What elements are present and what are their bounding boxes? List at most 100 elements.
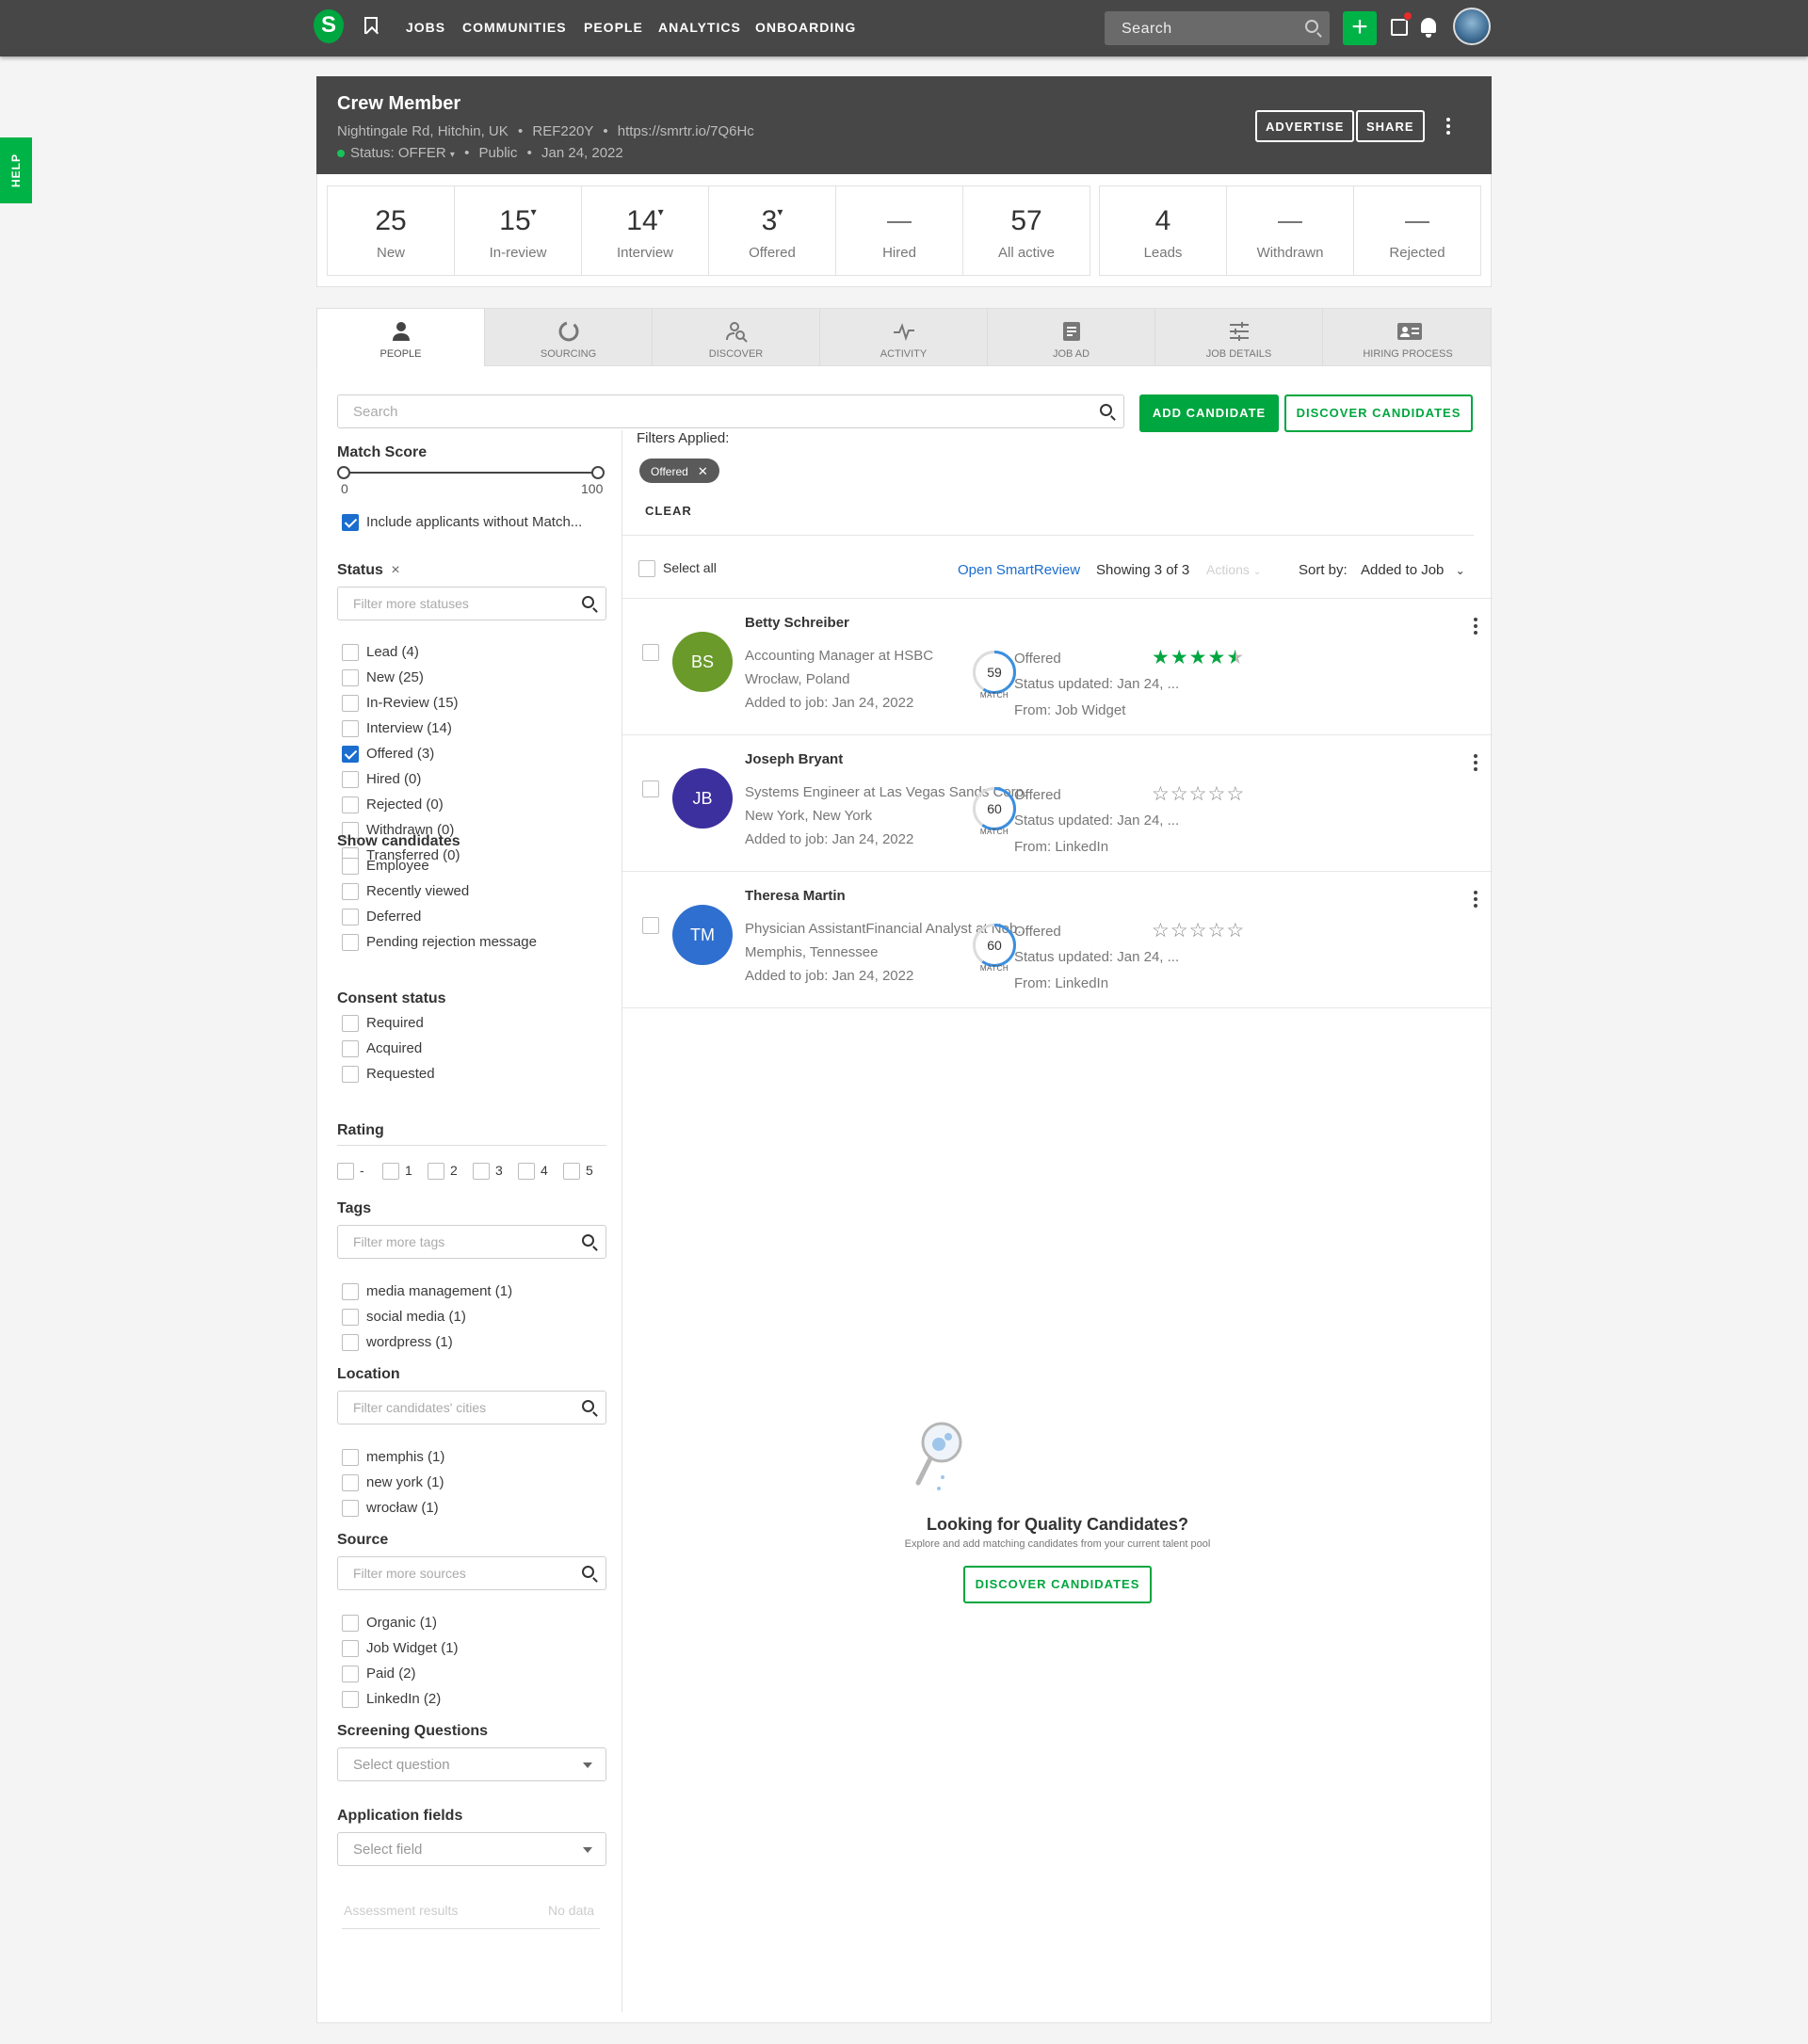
help-tab[interactable]: HELP (0, 137, 32, 203)
location-checkbox[interactable]: wrocław (1) (342, 1500, 439, 1519)
match-slider-min-handle[interactable] (337, 466, 350, 479)
consent-checkbox[interactable]: Required (342, 1015, 424, 1034)
nav-analytics[interactable]: ANALYTICS (658, 20, 741, 35)
rating-stars[interactable]: ☆☆☆☆☆ (1152, 919, 1245, 942)
star-icon[interactable]: ☆ (1207, 920, 1226, 942)
tab-job-details[interactable]: JOB DETAILS (1155, 309, 1323, 367)
nav-people[interactable]: PEOPLE (584, 20, 643, 35)
open-smartreview-link[interactable]: Open SmartReview (958, 562, 1080, 578)
star-icon[interactable]: ★ (1207, 647, 1226, 668)
status-checkbox[interactable]: In-Review (15) (342, 695, 459, 714)
nav-onboarding[interactable]: ONBOARDING (755, 20, 856, 35)
show-candidates-checkbox[interactable]: Deferred (342, 909, 421, 927)
rating-stars[interactable]: ★★★★★ (1152, 646, 1245, 669)
star-icon[interactable]: ★ (1189, 647, 1208, 668)
star-icon[interactable]: ☆ (1189, 920, 1208, 942)
status-checkbox[interactable]: Interview (14) (342, 720, 452, 739)
candidate-checkbox[interactable] (642, 917, 659, 934)
stat-hired[interactable]: Hired (835, 185, 963, 276)
add-candidate-button[interactable]: ADD CANDIDATE (1139, 394, 1279, 432)
advertise-button[interactable]: ADVERTISE (1255, 110, 1355, 142)
actions-dropdown[interactable]: Actions ⌄ (1206, 562, 1261, 577)
tag-checkbox[interactable]: media management (1) (342, 1283, 512, 1302)
source-checkbox[interactable]: LinkedIn (2) (342, 1691, 441, 1710)
nav-jobs[interactable]: JOBS (406, 20, 445, 35)
status-checkbox[interactable]: Lead (4) (342, 644, 419, 663)
status-filter-input[interactable]: Filter more statuses (337, 587, 606, 620)
candidate-avatar[interactable]: BS (672, 632, 733, 692)
application-fields-select[interactable]: Select field (337, 1832, 606, 1866)
candidate-row[interactable]: JB Joseph Bryant Systems Engineer at Las V… (622, 735, 1493, 872)
job-link[interactable]: https://smrtr.io/7Q6Hc (618, 123, 754, 139)
location-filter-input[interactable]: Filter candidates' cities (337, 1391, 606, 1424)
rating-checkbox[interactable]: - (337, 1162, 364, 1181)
tab-people[interactable]: PEOPLE (317, 309, 485, 368)
tab-sourcing[interactable]: SOURCING (485, 309, 653, 367)
status-checkbox[interactable]: Hired (0) (342, 771, 421, 790)
stat-all-active[interactable]: 57 All active (962, 185, 1090, 276)
status-checkbox[interactable]: Rejected (0) (342, 797, 444, 815)
consent-checkbox[interactable]: Requested (342, 1066, 435, 1085)
tag-checkbox[interactable]: social media (1) (342, 1309, 466, 1328)
tab-activity[interactable]: ACTIVITY (820, 309, 988, 367)
star-icon[interactable]: ☆ (1170, 783, 1189, 805)
add-button[interactable]: + (1343, 11, 1377, 45)
show-candidates-checkbox[interactable]: Recently viewed (342, 883, 469, 902)
rating-checkbox[interactable]: 5 (563, 1162, 593, 1181)
candidate-row[interactable]: TM Theresa Martin Physician AssistantFinan… (622, 872, 1493, 1008)
candidate-search-input[interactable]: Search (337, 394, 1124, 428)
discover-candidates-empty-button[interactable]: DISCOVER CANDIDATES (963, 1566, 1152, 1603)
stat-rejected[interactable]: Rejected (1353, 185, 1481, 276)
match-slider-track[interactable] (344, 472, 598, 474)
tags-filter-input[interactable]: Filter more tags (337, 1225, 606, 1259)
stat-interview[interactable]: 14▾ Interview (581, 185, 709, 276)
star-icon[interactable]: ★ (1226, 647, 1245, 668)
status-checkbox[interactable]: Offered (3) (342, 746, 434, 764)
candidate-checkbox[interactable] (642, 781, 659, 797)
rating-checkbox[interactable]: 1 (382, 1162, 412, 1181)
show-candidates-checkbox[interactable]: Pending rejection message (342, 934, 537, 953)
consent-checkbox[interactable]: Acquired (342, 1040, 422, 1059)
candidate-more-icon[interactable] (1474, 754, 1477, 774)
bookmark-icon[interactable] (364, 17, 378, 34)
star-icon[interactable]: ☆ (1152, 783, 1170, 805)
match-slider-max-handle[interactable] (591, 466, 605, 479)
candidate-more-icon[interactable] (1474, 891, 1477, 910)
discover-candidates-button[interactable]: DISCOVER CANDIDATES (1284, 394, 1473, 432)
status-checkbox[interactable]: New (25) (342, 669, 424, 688)
job-status-dropdown[interactable]: OFFER ▾ (398, 145, 455, 161)
candidate-row[interactable]: BS Betty Schreiber Accounting Manager at H… (622, 599, 1493, 735)
rating-checkbox[interactable]: 2 (428, 1162, 458, 1181)
tag-checkbox[interactable]: wordpress (1) (342, 1334, 453, 1353)
source-checkbox[interactable]: Paid (2) (342, 1666, 416, 1684)
star-icon[interactable]: ☆ (1170, 920, 1189, 942)
bell-icon[interactable] (1421, 18, 1436, 38)
nav-communities[interactable]: COMMUNITIES (462, 20, 567, 35)
job-more-icon[interactable] (1446, 118, 1450, 135)
candidate-name[interactable]: Joseph Bryant (745, 751, 843, 767)
stat-withdrawn[interactable]: Withdrawn (1226, 185, 1354, 276)
location-checkbox[interactable]: memphis (1) (342, 1449, 444, 1468)
candidate-avatar[interactable]: TM (672, 905, 733, 965)
star-icon[interactable]: ☆ (1226, 920, 1245, 942)
candidate-name[interactable]: Theresa Martin (745, 888, 846, 904)
candidate-checkbox[interactable] (642, 644, 659, 661)
tab-discover[interactable]: DISCOVER (653, 309, 820, 367)
global-search-input[interactable]: Search (1105, 11, 1330, 45)
star-icon[interactable]: ☆ (1226, 783, 1245, 805)
clear-filters-button[interactable]: CLEAR (645, 504, 692, 518)
stat-offered[interactable]: 3▾ Offered (708, 185, 836, 276)
stat-leads[interactable]: 4 Leads (1099, 185, 1227, 276)
source-filter-input[interactable]: Filter more sources (337, 1556, 606, 1590)
candidate-avatar[interactable]: JB (672, 768, 733, 829)
rating-checkbox[interactable]: 3 (473, 1162, 503, 1181)
rating-stars[interactable]: ☆☆☆☆☆ (1152, 782, 1245, 806)
filter-chip-offered[interactable]: Offered ✕ (639, 459, 719, 483)
close-icon[interactable]: ✕ (698, 464, 708, 478)
status-clear-icon[interactable]: × (391, 562, 399, 578)
candidate-name[interactable]: Betty Schreiber (745, 615, 849, 631)
show-candidates-checkbox[interactable]: Employee (342, 858, 429, 877)
share-button[interactable]: SHARE (1356, 110, 1425, 142)
sort-dropdown[interactable]: Added to Job ⌄ (1361, 562, 1465, 578)
star-icon[interactable]: ★ (1152, 647, 1170, 668)
